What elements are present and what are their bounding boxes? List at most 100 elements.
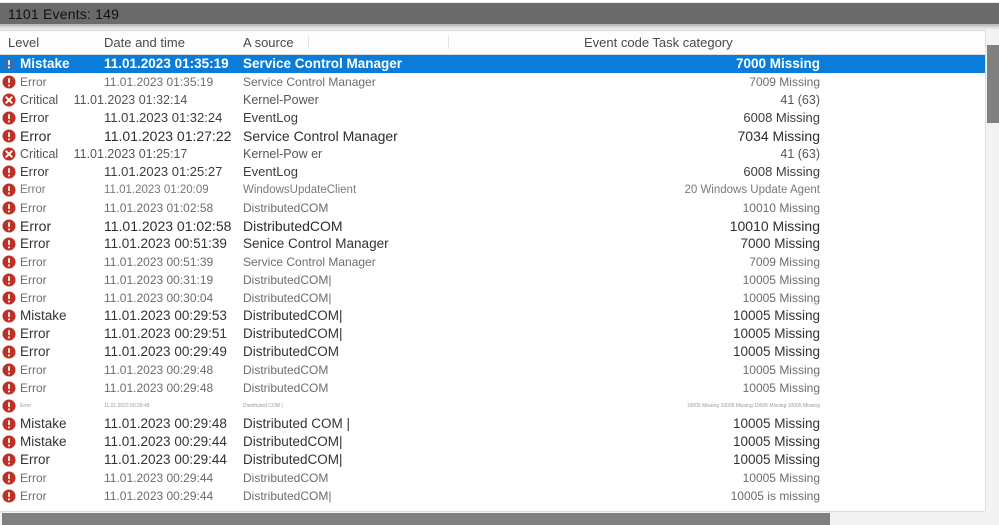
cell-event-code: 10005 Missing (732, 452, 820, 467)
cell-datetime: 11.01.2023 01:02:58 (104, 218, 232, 234)
cell-datetime: 11.01.2023 00:29:49 (104, 344, 227, 359)
table-row[interactable]: Error 11.01.2023 00:29:48 Distributed COM … (0, 397, 999, 415)
error-icon (2, 435, 16, 449)
cell-source: DistributedCOM| (243, 434, 343, 449)
cell-event-code: 10010 Missing (742, 201, 820, 215)
cell-source: DistributedCOM (243, 218, 343, 234)
cell-datetime: 11.01.2023 01:25:27 (104, 164, 223, 179)
cell-event-code: 10005 Missing (732, 416, 820, 431)
table-row[interactable]: Error 11.01.2023 00:31:19 DistributedCOM| 1… (0, 271, 999, 289)
cell-datetime: 11.01.2023 00:29:44 (104, 489, 214, 503)
cell-level: Error (20, 75, 47, 89)
cell-source: DistributedCOM (243, 201, 329, 215)
cell-level: Mistake (20, 56, 70, 71)
cell-datetime: 11.01.2023 01:20:09 (104, 184, 209, 196)
column-header-source[interactable]: A source (243, 35, 294, 50)
table-row[interactable]: Mistake 11.01.2023 00:29:53 DistributedCOM… (0, 307, 999, 325)
table-row[interactable]: Error 11.01.2023 00:30:04 DistributedCOM| 1… (0, 289, 999, 307)
table-row[interactable]: Error 11.01.2023 00:29:51 DistributedCOM| 1… (0, 325, 999, 343)
event-list-rows: Mistake 11.01.2023 01:35:19 Service Contro… (0, 55, 999, 505)
cell-level: Critical (20, 147, 59, 161)
cell-event-code: 7034 Missing (737, 128, 821, 144)
vertical-scrollbar-thumb[interactable] (987, 45, 999, 123)
table-row[interactable]: Error 11.01.2023 00:51:39 Service Control … (0, 253, 999, 271)
cell-level: Error (20, 128, 52, 144)
cell-level: Error (20, 452, 50, 467)
cell-datetime: 11.01.2023 00:29:48 (104, 381, 214, 395)
error-icon (2, 489, 16, 503)
table-row[interactable]: Error 11.01.2023 00:29:49 DistributedCOM 10… (0, 343, 999, 361)
table-row[interactable]: Error 11.01.2023 00:29:48 DistributedCOM 10… (0, 361, 999, 379)
cell-event-code: 10005 Missing 10005 Missing 10005 Missin… (686, 403, 820, 409)
cell-source: DistributedCOM (243, 471, 329, 485)
cell-event-code: 10005 Missing (732, 344, 820, 359)
cell-level: Critical (20, 93, 59, 107)
cell-level: Error (20, 273, 47, 287)
vertical-scrollbar[interactable] (985, 30, 999, 511)
cell-level: Mistake (20, 416, 67, 431)
cell-event-code: 7009 Missing (749, 75, 820, 89)
cell-datetime: 11.01.2023 00:29:48 (104, 363, 214, 377)
table-row[interactable]: Critical 11.01.2023 01:25:17 Kernel-Pow er… (0, 145, 999, 163)
horizontal-scrollbar-thumb[interactable] (2, 513, 830, 525)
error-icon (2, 399, 16, 413)
cell-source: Service Control Manager (243, 56, 403, 71)
cell-level: Error (20, 326, 50, 341)
column-header-datetime[interactable]: Date and time (104, 35, 185, 50)
event-viewer-window: 1101 Events: 149 Level Date and time A s… (0, 0, 999, 525)
table-row[interactable]: Error 11.01.2023 01:02:58 DistributedCOM 10… (0, 217, 999, 235)
error-icon (2, 219, 16, 233)
cell-datetime: 11.01.2023 00:29:51 (104, 326, 227, 341)
column-header-level[interactable]: Level (8, 35, 39, 50)
table-row[interactable]: Mistake 11.01.2023 00:29:48 Distributed CO… (0, 415, 999, 433)
cell-datetime: 11.01.2023 00:29:53 (104, 308, 227, 323)
cell-event-code: 10010 Missing (729, 218, 820, 234)
window-titlebar: 1101 Events: 149 (0, 2, 999, 26)
table-row[interactable]: Error 11.01.2023 00:29:48 DistributedCOM 10… (0, 379, 999, 397)
cell-event-code: 10005 Missing (742, 471, 820, 485)
table-row[interactable]: Error 11.01.2023 01:35:19 Service Control … (0, 73, 999, 91)
cell-event-code: 6008 Missing (743, 110, 820, 125)
table-row[interactable]: Error 11.01.2023 01:02:58 DistributedCOM 10… (0, 199, 999, 217)
cell-event-code: 41 (63) (780, 93, 820, 107)
horizontal-scrollbar[interactable] (0, 511, 999, 525)
error-icon (2, 345, 16, 359)
table-row[interactable]: Critical 11.01.2023 01:32:14 Kernel-Power 4… (0, 91, 999, 109)
cell-event-code: 41 (63) (780, 147, 820, 161)
table-row[interactable]: Mistake 11.01.2023 00:29:44 DistributedCOM… (0, 433, 999, 451)
column-header-code[interactable]: Event code Task category (584, 35, 733, 50)
cell-source: Senice Control Manager (243, 236, 389, 251)
column-header-row: Level Date and time A source Event code … (0, 31, 999, 55)
column-divider-code[interactable] (448, 36, 449, 49)
table-row[interactable]: Error 11.01.2023 00:51:39 Senice Control M… (0, 235, 999, 253)
error-icon (2, 75, 16, 89)
cell-event-code: 10005 Missing (732, 434, 820, 449)
cell-level: Mistake (20, 434, 67, 449)
cell-event-code: 10005 Missing (742, 363, 820, 377)
cell-datetime: 11.01.2023 01:25:17 (73, 147, 188, 161)
cell-event-code: 10005 Missing (742, 273, 820, 287)
table-row[interactable]: Error 11.01.2023 01:27:22 Service Control … (0, 127, 999, 145)
error-icon (2, 183, 16, 197)
table-row[interactable]: Mistake 11.01.2023 01:35:19 Service Contro… (0, 55, 999, 73)
cell-event-code: 10005 Missing (732, 326, 820, 341)
cell-source: EventLog (243, 110, 298, 125)
cell-level: Error (20, 218, 52, 234)
cell-source: DistributedCOM (243, 344, 340, 359)
table-row[interactable]: Error 11.01.2023 01:32:24 EventLog 6008 Mis… (0, 109, 999, 127)
cell-datetime: 11.01.2023 00:29:44 (104, 452, 227, 467)
table-row[interactable]: Error 11.01.2023 00:29:44 DistributedCOM| 1… (0, 451, 999, 469)
cell-datetime: 11.01.2023 00:31:19 (104, 273, 214, 287)
error-icon (2, 129, 16, 143)
cell-source: Service Control Manager (243, 255, 376, 269)
table-row[interactable]: Error 11.01.2023 00:29:44 DistributedCOM| 1… (0, 487, 999, 505)
error-icon (2, 201, 16, 215)
table-row[interactable]: Error 11.01.2023 01:20:09 WindowsUpdateCli… (0, 181, 999, 199)
table-row[interactable]: Error 11.01.2023 00:29:44 DistributedCOM 10… (0, 469, 999, 487)
table-row[interactable]: Error 11.01.2023 01:25:27 EventLog 6008 Mis… (0, 163, 999, 181)
cell-event-code: 7009 Missing (749, 255, 820, 269)
cell-source: Distributed COM | (243, 403, 283, 409)
error-icon (2, 417, 16, 431)
cell-source: DistributedCOM| (243, 291, 332, 305)
column-divider-source[interactable] (308, 36, 309, 49)
